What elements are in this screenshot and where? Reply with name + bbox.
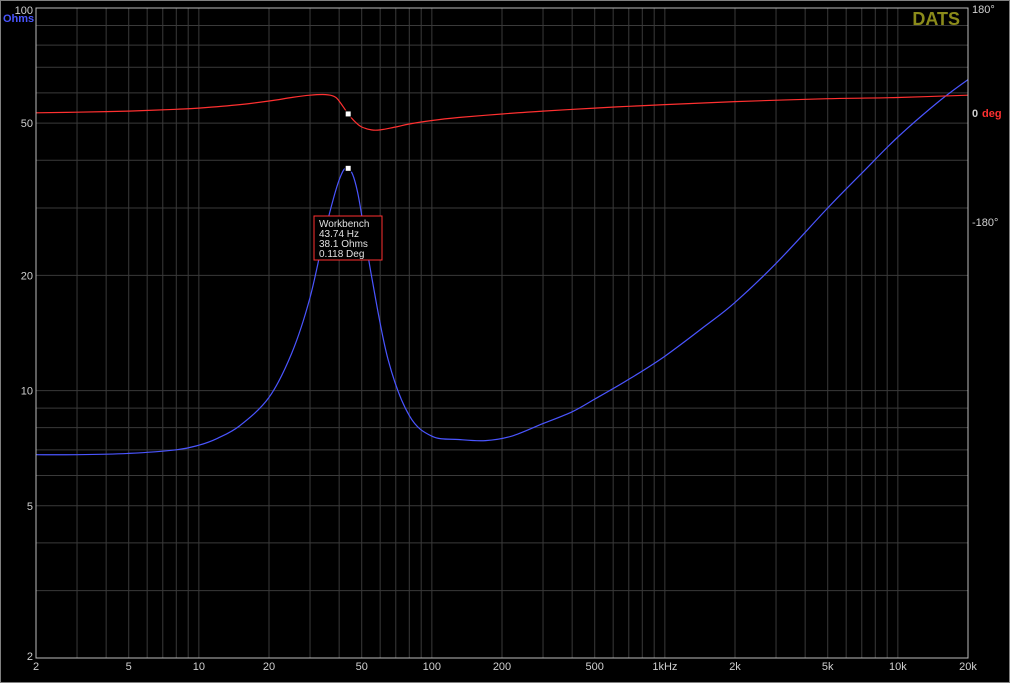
- x-tick-label: 100: [423, 661, 441, 673]
- y-tick-label: 2: [27, 651, 33, 663]
- x-tick-label: 20: [263, 661, 275, 673]
- x-tick-label: 10k: [889, 661, 907, 673]
- y-tick-label: 10: [21, 386, 33, 398]
- x-tick-label: 20k: [959, 661, 977, 673]
- right-axis-zero-label: 0: [972, 108, 978, 120]
- x-tick-label: 200: [493, 661, 511, 673]
- y-tick-label: 5: [27, 501, 33, 513]
- x-tick-label: 500: [586, 661, 604, 673]
- x-tick-label: 1kHz: [652, 661, 677, 673]
- right-axis-top-label: 180°: [972, 4, 995, 16]
- y-tick-label: 50: [21, 118, 33, 130]
- grid-lines: [35, 7, 969, 659]
- callout-phase: 0.118 Deg: [319, 249, 364, 260]
- impedance-chart-window: 2 5 10 20 50 100 200 500 1kHz 2k 5k 10k 20k 100 50 20 10…: [0, 0, 1010, 683]
- chart-background: [0, 0, 1010, 683]
- x-tick-label: 50: [356, 661, 368, 673]
- right-axis-unit: deg: [982, 108, 1002, 120]
- x-tick-label: 2: [33, 661, 39, 673]
- x-tick-label: 5k: [822, 661, 834, 673]
- impedance-marker: [344, 164, 352, 172]
- impedance-phase-chart: 2 5 10 20 50 100 200 500 1kHz 2k 5k 10k 20k100502010…: [0, 0, 1010, 683]
- phase-marker: [344, 110, 352, 118]
- workbench-callout: Workbench 43.74 Hz 38.1 Ohms 0.118 Deg: [313, 215, 383, 261]
- x-tick-label: 5: [126, 661, 132, 673]
- x-tick-label: 2k: [729, 661, 741, 673]
- x-tick-label: 10: [193, 661, 205, 673]
- left-axis-unit: Ohms: [3, 13, 34, 25]
- y-tick-label: 20: [21, 270, 33, 282]
- dats-logo-text: DATS: [912, 9, 960, 29]
- right-axis-bottom-label: -180°: [972, 217, 998, 229]
